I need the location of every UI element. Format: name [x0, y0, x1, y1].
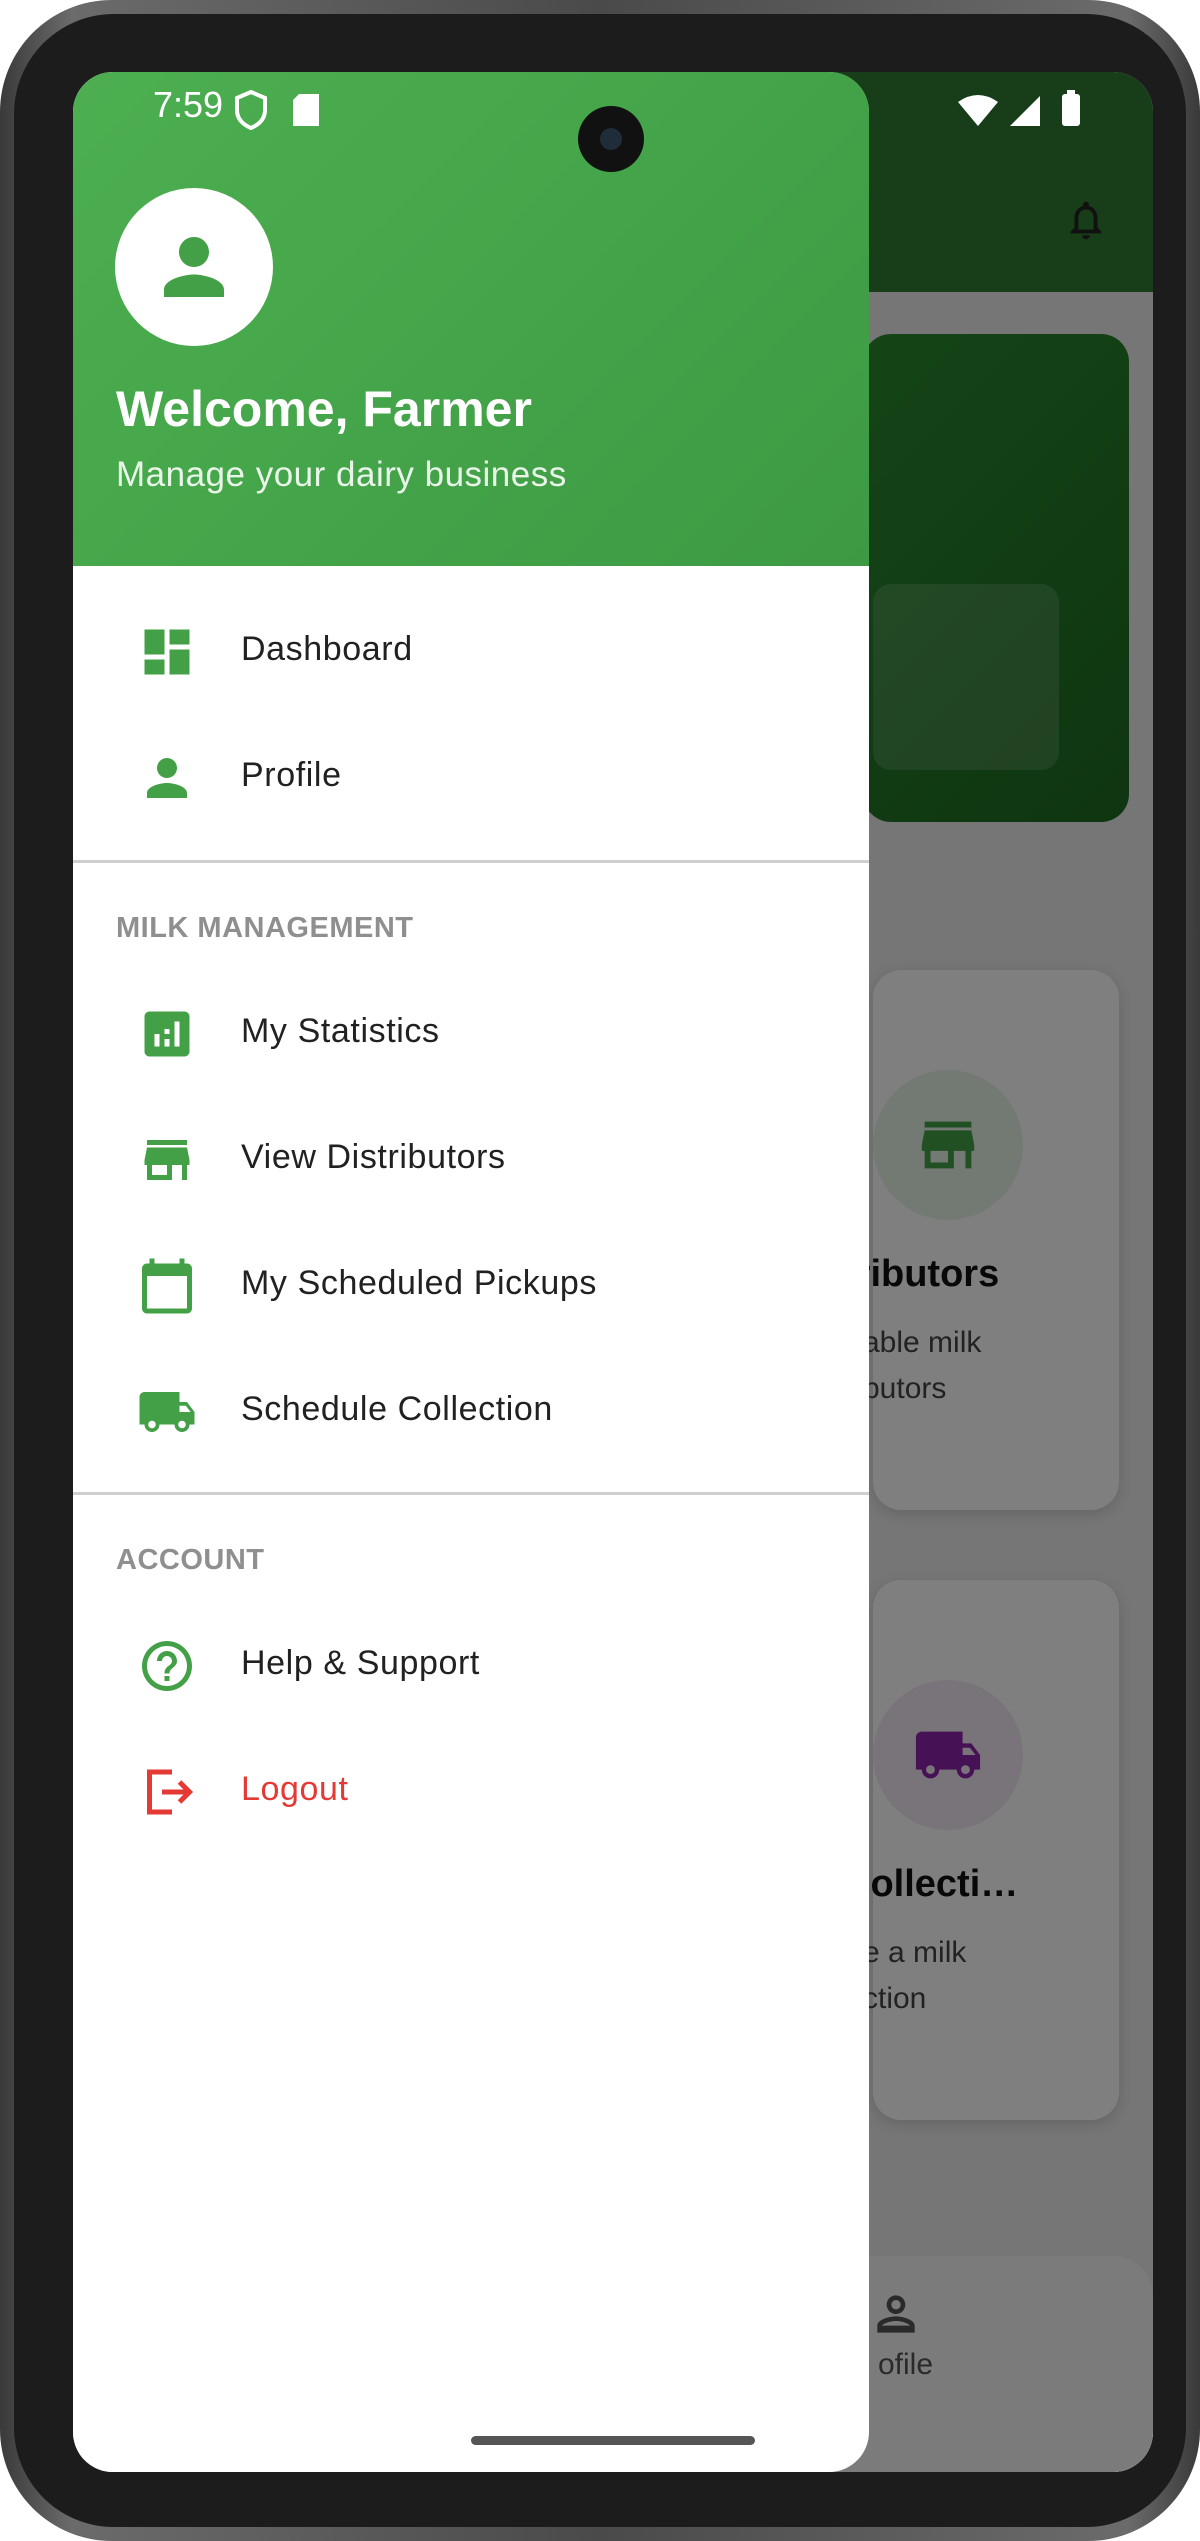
drawer-item-label: Logout: [241, 1770, 349, 1808]
bar-chart-icon: [144, 1011, 190, 1057]
divider: [73, 860, 869, 863]
drawer-item-label: Dashboard: [241, 630, 413, 668]
drawer-item-schedule-collection[interactable]: Schedule Collection: [73, 1352, 869, 1472]
avatar: [115, 188, 273, 346]
dashboard-icon: [144, 629, 190, 675]
drawer-header: 7:59 Welcome, Farmer Manage your dairy b…: [73, 72, 869, 566]
section-title-account: ACCOUNT: [116, 1544, 265, 1576]
person-icon: [147, 758, 187, 798]
help-icon: [142, 1641, 192, 1691]
drawer-item-label: View Distributors: [241, 1138, 506, 1176]
divider: [73, 1492, 869, 1495]
drawer-item-label: My Scheduled Pickups: [241, 1264, 597, 1302]
logout-icon: [147, 1769, 194, 1815]
front-camera: [578, 106, 644, 172]
calendar-icon: [142, 1258, 192, 1314]
status-time: 7:59: [153, 84, 224, 125]
drawer-item-label: My Statistics: [241, 1012, 440, 1050]
home-indicator[interactable]: [471, 2436, 755, 2445]
drawer-item-dashboard[interactable]: Dashboard: [73, 592, 869, 712]
welcome-subtitle: Manage your dairy business: [116, 455, 567, 494]
drawer-item-my-scheduled-pickups[interactable]: My Scheduled Pickups: [73, 1226, 869, 1346]
storefront-icon: [144, 1140, 190, 1180]
wifi-signal-battery-icon: [958, 90, 1080, 126]
shield-sdcard-icon: [235, 89, 319, 131]
status-icons-left: [235, 89, 325, 135]
phone-frame: tributors able milkbutors Collecti… e a …: [0, 0, 1200, 2541]
drawer-item-label: Profile: [241, 756, 342, 794]
drawer-item-my-statistics[interactable]: My Statistics: [73, 974, 869, 1094]
status-icons-right: [958, 90, 1098, 137]
screen: tributors able milkbutors Collecti… e a …: [73, 72, 1153, 2472]
drawer-item-label: Schedule Collection: [241, 1390, 553, 1428]
drawer-item-view-distributors[interactable]: View Distributors: [73, 1100, 869, 1220]
drawer-item-help-support[interactable]: Help & Support: [73, 1606, 869, 1726]
drawer-item-logout[interactable]: Logout: [73, 1732, 869, 1852]
person-icon: [164, 237, 224, 297]
drawer-item-label: Help & Support: [241, 1644, 480, 1682]
volume-button: [1194, 1080, 1200, 1400]
section-title-milk-management: MILK MANAGEMENT: [116, 912, 414, 944]
phone-bezel: tributors able milkbutors Collecti… e a …: [14, 14, 1186, 2527]
drawer-item-profile[interactable]: Profile: [73, 718, 869, 838]
truck-icon: [139, 1392, 195, 1432]
welcome-title: Welcome, Farmer: [116, 381, 532, 437]
power-button: [1194, 860, 1200, 930]
navigation-drawer: 7:59 Welcome, Farmer Manage your dairy b…: [73, 72, 869, 2472]
